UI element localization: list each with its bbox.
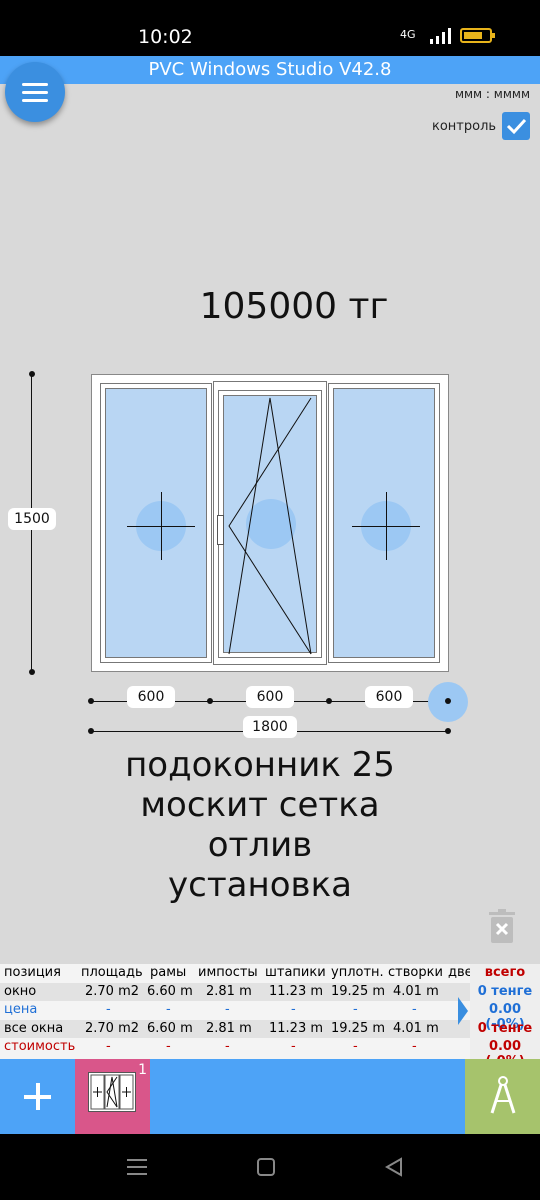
window-handle: [217, 515, 224, 545]
window-drawing[interactable]: [91, 374, 449, 672]
height-label[interactable]: 1500: [8, 508, 56, 530]
cell: 11.23 m: [269, 1021, 324, 1036]
signal-icon: [430, 28, 451, 44]
cell: -: [225, 1039, 230, 1054]
status-time: 10:02: [138, 26, 193, 48]
cell: 19.25 m: [331, 984, 386, 999]
battery-icon: [460, 28, 495, 43]
app-title: PVC Windows Studio V42.8: [0, 56, 540, 84]
col-header: створки: [388, 965, 443, 980]
section-label-1[interactable]: 600: [127, 686, 175, 708]
cell: -: [353, 1039, 358, 1054]
note-line: подоконник 25: [125, 745, 395, 785]
trash-icon[interactable]: [487, 909, 517, 943]
table-row[interactable]: все окна 2.70 m2 6.60 m 2.81 m 11.23 m 1…: [0, 1020, 470, 1038]
row-label: цена: [4, 1002, 38, 1017]
arrow-right-icon: [458, 997, 468, 1025]
width-label[interactable]: 1800: [243, 716, 297, 738]
cell: -: [106, 1002, 111, 1017]
cell: -: [106, 1039, 111, 1054]
total-window: 0 тенге: [477, 984, 533, 999]
cell: 6.60 m: [147, 1021, 193, 1036]
col-header: площадь: [81, 965, 143, 980]
cell: 2.81 m: [206, 984, 252, 999]
note-line: москит сетка: [140, 785, 380, 825]
table-row[interactable]: цена - - - - - -: [0, 1001, 470, 1019]
col-header: позиция: [4, 965, 61, 980]
note-line: установка: [168, 865, 352, 905]
add-window-button[interactable]: [0, 1059, 75, 1134]
options-notes: подоконник 25 москит сетка отлив установ…: [0, 745, 520, 905]
col-header: две: [448, 965, 473, 980]
home-icon[interactable]: [257, 1158, 275, 1176]
pane-right[interactable]: [328, 383, 440, 663]
cell: -: [412, 1039, 417, 1054]
back-icon[interactable]: [385, 1157, 403, 1177]
cell: -: [291, 1039, 296, 1054]
cell: -: [291, 1002, 296, 1017]
control-checkbox[interactable]: [502, 112, 530, 140]
section-label-3[interactable]: 600: [365, 686, 413, 708]
hamburger-icon: [22, 83, 48, 86]
cell: -: [166, 1039, 171, 1054]
recent-apps-icon[interactable]: [127, 1158, 147, 1176]
totals-header: всего: [484, 965, 526, 980]
thumbnail-count: 1: [138, 1062, 147, 1078]
window-mini-icon: [88, 1072, 136, 1112]
pane-left[interactable]: [100, 383, 212, 663]
units-label: ммм : мммм: [454, 87, 530, 101]
compass-icon: [490, 1076, 516, 1114]
cell: -: [353, 1002, 358, 1017]
bottom-toolbar: 1: [0, 1059, 540, 1134]
cell: 4.01 m: [393, 1021, 439, 1036]
totals-column: всего 0 тенге 0.00 (-0%) 0 тенге 0.00 (-…: [470, 964, 540, 1069]
table-row[interactable]: стоимость - - - - - -: [0, 1038, 470, 1056]
check-icon: [506, 118, 527, 135]
cell: 4.01 m: [393, 984, 439, 999]
cell: -: [225, 1002, 230, 1017]
section-label-2[interactable]: 600: [246, 686, 294, 708]
col-header: штапики: [265, 965, 326, 980]
total-all-windows: 0 тенге: [477, 1021, 533, 1036]
cell: 19.25 m: [331, 1021, 386, 1036]
col-header: импосты: [198, 965, 258, 980]
table-header-row: позиция площадь рамы импосты штапики упл…: [0, 964, 473, 982]
row-label: стоимость: [4, 1039, 76, 1054]
system-navbar: [0, 1134, 540, 1200]
menu-button[interactable]: [5, 62, 65, 122]
price-total: 105000 тг: [199, 286, 389, 327]
cell: 2.81 m: [206, 1021, 252, 1036]
cell: 2.70 m2: [85, 1021, 140, 1036]
table-row[interactable]: окно 2.70 m2 6.60 m 2.81 m 11.23 m 19.25…: [0, 983, 470, 1001]
window-thumbnail[interactable]: 1: [75, 1059, 150, 1134]
col-header: рамы: [150, 965, 187, 980]
control-label: контроль: [432, 119, 497, 134]
status-bar: 10:02 4G: [0, 0, 540, 56]
network-type: 4G: [400, 28, 416, 41]
pane-middle[interactable]: [213, 381, 327, 665]
cell: 2.70 m2: [85, 984, 140, 999]
cell: 6.60 m: [147, 984, 193, 999]
row-label: окно: [4, 984, 37, 999]
cell: -: [166, 1002, 171, 1017]
col-header: уплотн.: [331, 965, 384, 980]
compass-tool-button[interactable]: [465, 1059, 540, 1134]
row-label: все окна: [4, 1021, 64, 1036]
cell: 11.23 m: [269, 984, 324, 999]
opening-lines: [228, 397, 312, 655]
cell: -: [412, 1002, 417, 1017]
note-line: отлив: [207, 825, 313, 865]
